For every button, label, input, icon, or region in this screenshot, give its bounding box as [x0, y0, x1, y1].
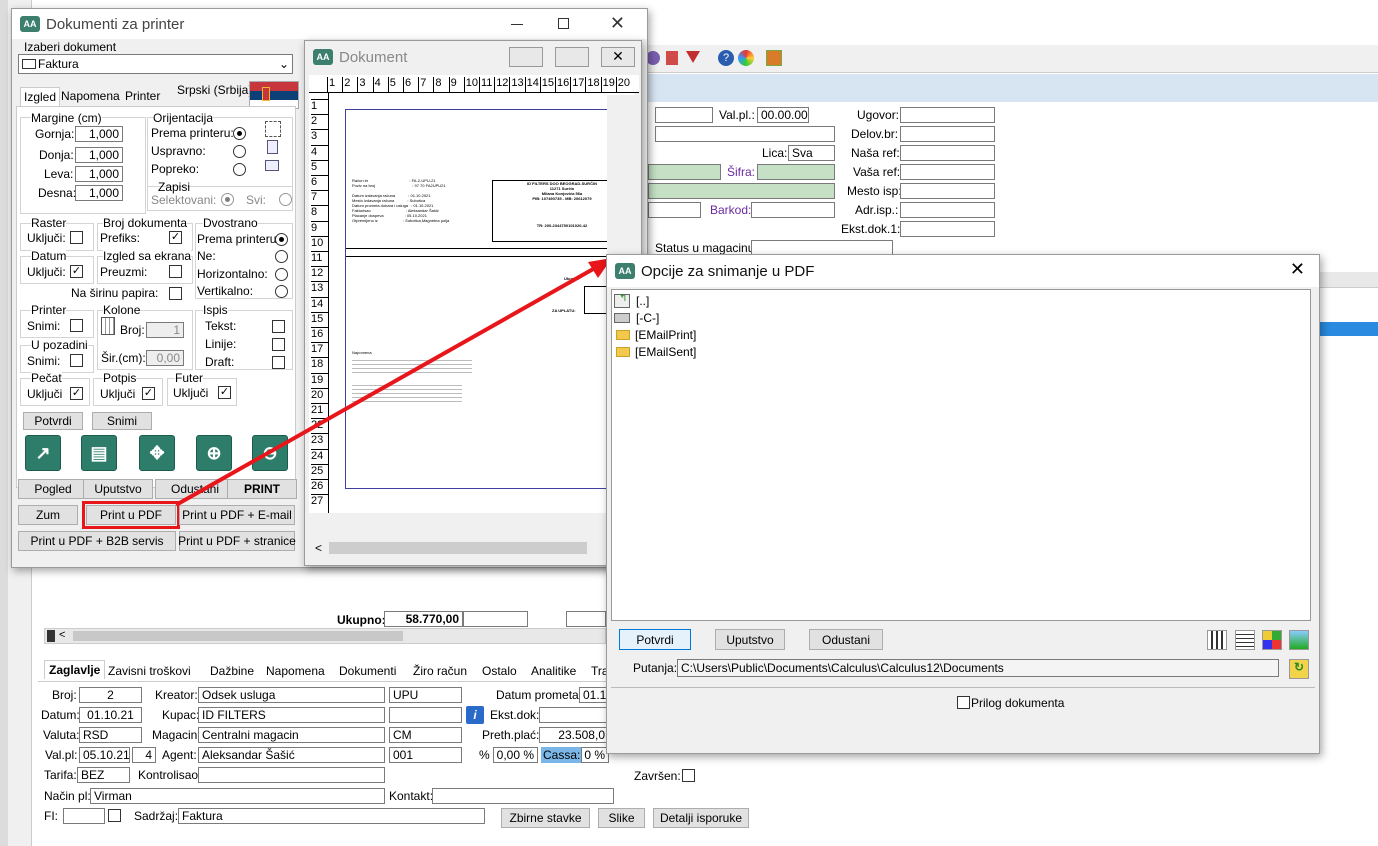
arrow-line	[175, 266, 596, 507]
view-thumbnails-icon[interactable]	[1289, 630, 1309, 650]
prilog-label: Prilog dokumenta	[971, 696, 1065, 710]
pdf-uputstvo-button[interactable]: Uputstvo	[715, 629, 785, 650]
pdf-close-icon[interactable]: ✕	[1290, 259, 1305, 280]
folder-up-icon: ↰	[614, 293, 630, 308]
folder-icon	[616, 347, 630, 357]
separator	[611, 687, 1315, 688]
list-item-emailsent[interactable]: [EMailSent]	[616, 345, 696, 359]
pdf-potvrdi-button[interactable]: Potvrdi	[619, 629, 691, 650]
drive-icon	[614, 313, 630, 323]
list-item-up[interactable]: ↰ [..]	[614, 293, 649, 308]
folder-browse-icon[interactable]: ↻	[1289, 659, 1309, 679]
pdf-title: Opcije za snimanje u PDF	[641, 262, 815, 280]
list-item-drive[interactable]: [-C-]	[614, 311, 659, 325]
view-tiles-icon[interactable]	[1262, 630, 1282, 650]
pdf-odustani-button[interactable]: Odustani	[809, 629, 883, 650]
list-item-emailprint[interactable]: [EMailPrint]	[616, 328, 696, 342]
pdf-titlebar: AA Opcije za snimanje u PDF ✕	[607, 255, 1319, 287]
pdf-logo-icon: AA	[615, 263, 635, 279]
view-icons-icon[interactable]	[1207, 630, 1227, 650]
pdf-dialog: AA Opcije za snimanje u PDF ✕ ↰ [..] [-C…	[606, 254, 1320, 754]
folder-list: ↰ [..] [-C-] [EMailPrint] [EMailSent]	[611, 289, 1311, 621]
prilog-checkbox[interactable]	[957, 696, 970, 709]
putanja-field[interactable]: C:\Users\Public\Documents\Calculus\Calcu…	[677, 659, 1279, 677]
putanja-label: Putanja:	[633, 661, 678, 675]
view-list-icon[interactable]	[1235, 630, 1255, 650]
folder-icon	[616, 330, 630, 340]
